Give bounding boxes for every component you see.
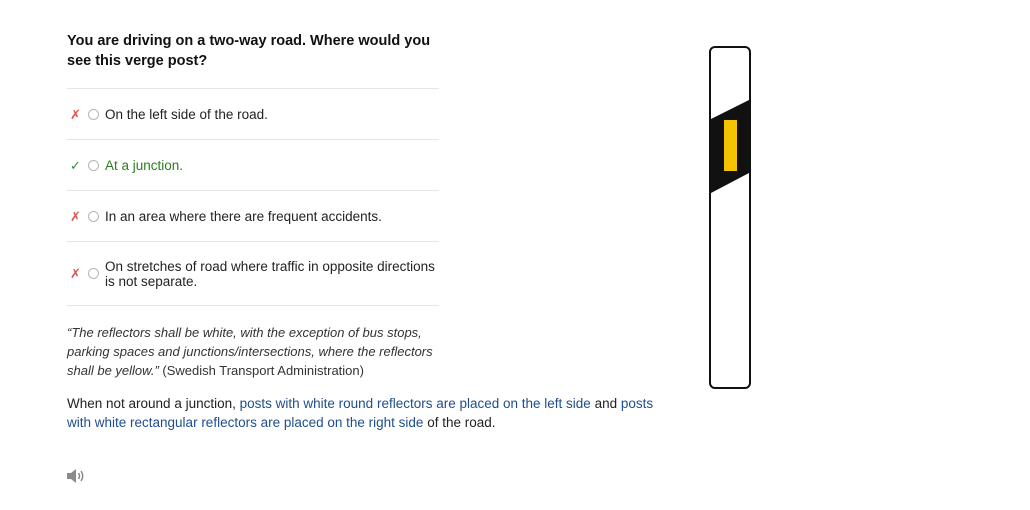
explanation-link-left-side[interactable]: posts with white round reflectors are pl… — [240, 396, 591, 411]
quote-block: “The reflectors shall be white, with the… — [67, 323, 447, 380]
yellow-reflector — [724, 120, 737, 171]
explanation-text: When not around a junction, posts with w… — [67, 394, 677, 432]
radio-button[interactable] — [88, 159, 99, 171]
verge-post-body — [709, 46, 751, 389]
answer-option-4[interactable]: ✗ On stretches of road where traffic in … — [67, 242, 439, 306]
question-text: You are driving on a two-way road. Where… — [67, 33, 431, 69]
answer-option-label: In an area where there are frequent acci… — [105, 208, 382, 224]
answer-options: ✗ On the left side of the road. ✓ At a j… — [67, 88, 439, 306]
wrong-mark-icon: ✗ — [70, 208, 81, 224]
speaker-icon[interactable] — [66, 468, 86, 484]
answer-option-label: On the left side of the road. — [105, 106, 268, 122]
answer-option-2[interactable]: ✓ At a junction. — [67, 140, 439, 191]
wrong-mark-icon: ✗ — [70, 106, 81, 122]
radio-button[interactable] — [88, 268, 99, 279]
explanation-middle: and — [590, 396, 621, 411]
explanation-intro: When not around a junction, — [67, 396, 240, 411]
verge-post-image — [708, 45, 754, 391]
answer-option-label: On stretches of road where traffic in op… — [105, 258, 435, 289]
radio-button[interactable] — [88, 210, 99, 222]
radio-button[interactable] — [88, 108, 99, 120]
wrong-mark-icon: ✗ — [70, 266, 81, 281]
answer-option-label: At a junction. — [105, 157, 184, 173]
explanation-outro: of the road. — [423, 415, 496, 430]
correct-mark-icon: ✓ — [70, 157, 81, 173]
quote-source: (Swedish Transport Administration) — [158, 363, 364, 378]
answer-option-1[interactable]: ✗ On the left side of the road. — [67, 89, 439, 140]
answer-option-3[interactable]: ✗ In an area where there are frequent ac… — [67, 191, 439, 242]
